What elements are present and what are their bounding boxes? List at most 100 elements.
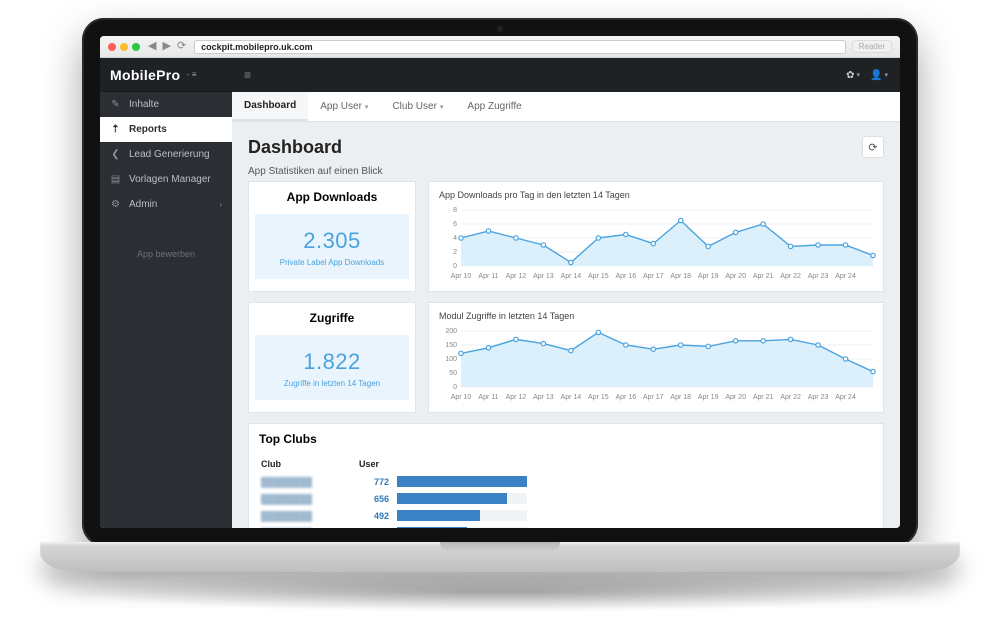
user-bar — [397, 474, 537, 489]
chart-card-downloads: App Downloads pro Tag in den letzten 14 … — [428, 181, 884, 292]
svg-text:200: 200 — [445, 328, 457, 335]
sidebar-item-admin[interactable]: ⚙ Admin › — [100, 192, 232, 217]
page-header: Dashboard ⟳ — [248, 136, 884, 158]
tab-label: Dashboard — [244, 100, 296, 111]
svg-text:Apr 14: Apr 14 — [561, 273, 582, 280]
page-title: Dashboard — [248, 137, 342, 158]
stat-card-downloads: App Downloads 2.305 Private Label App Do… — [248, 181, 416, 292]
caret-down-icon: ▾ — [857, 71, 861, 79]
settings-menu[interactable]: ✿ ▾ — [846, 70, 860, 81]
window-close-icon[interactable] — [108, 43, 116, 51]
top-clubs-card: Top Clubs Club User ████████772████████6… — [248, 423, 884, 528]
sidebar-item-label: Vorlagen Manager — [129, 174, 211, 185]
tab-app-zugriffe[interactable]: App Zugriffe — [455, 92, 533, 121]
svg-text:Apr 20: Apr 20 — [725, 273, 746, 280]
user-bar — [397, 491, 537, 506]
brand-text: MobilePro — [110, 67, 180, 83]
stat-title: Zugriffe — [249, 303, 415, 329]
laptop-base — [40, 542, 960, 572]
browser-toolbar: ◀ ▶ ⟳ cockpit.mobilepro.uk.com Reader — [100, 36, 900, 58]
sidebar-item-vorlagen-manager[interactable]: ▤ Vorlagen Manager — [100, 167, 232, 192]
tab-dashboard[interactable]: Dashboard — [232, 92, 308, 121]
svg-text:8: 8 — [453, 207, 457, 214]
address-bar[interactable]: cockpit.mobilepro.uk.com — [194, 40, 846, 54]
stat-value: 1.822 — [261, 349, 403, 375]
club-name: ████████ — [261, 525, 357, 528]
svg-text:Apr 17: Apr 17 — [643, 394, 664, 401]
user-count: 772 — [359, 474, 395, 489]
svg-text:Apr 21: Apr 21 — [753, 394, 774, 401]
back-icon[interactable]: ◀ — [148, 41, 156, 52]
svg-text:Apr 19: Apr 19 — [698, 273, 719, 280]
window-zoom-icon[interactable] — [132, 43, 140, 51]
stat-caption: Private Label App Downloads — [261, 258, 403, 267]
user-count: 656 — [359, 491, 395, 506]
sidebar-item-inhalte[interactable]: ✎ Inhalte — [100, 92, 232, 117]
reader-button[interactable]: Reader — [852, 40, 892, 53]
stat-caption: Zugriffe in letzten 14 Tagen — [261, 379, 403, 388]
tab-club-user[interactable]: Club User ▾ — [380, 92, 455, 121]
user-menu[interactable]: 👤 ▾ — [870, 70, 888, 81]
table-row: ████████492 — [261, 508, 537, 523]
svg-text:Apr 15: Apr 15 — [588, 273, 609, 280]
chart-zugriffe: 050100150200Apr 10Apr 11Apr 12Apr 13Apr … — [429, 323, 883, 412]
brand: MobilePro - ≡ — [100, 58, 232, 92]
svg-text:150: 150 — [445, 342, 457, 349]
stat-card-zugriffe: Zugriffe 1.822 Zugriffe in letzten 14 Ta… — [248, 302, 416, 413]
svg-text:0: 0 — [453, 263, 457, 270]
svg-text:0: 0 — [453, 384, 457, 391]
chart-downloads: 02468Apr 10Apr 11Apr 12Apr 13Apr 14Apr 1… — [429, 202, 883, 291]
svg-text:Apr 16: Apr 16 — [615, 273, 636, 280]
svg-text:Apr 13: Apr 13 — [533, 394, 554, 401]
megaphone-icon: ❮ — [110, 149, 121, 160]
bar-chart-icon: ⇡ — [110, 124, 121, 135]
sidebar-item-label: Reports — [129, 124, 167, 135]
screen: ◀ ▶ ⟳ cockpit.mobilepro.uk.com Reader Mo… — [100, 36, 900, 528]
chevron-right-icon: › — [219, 200, 222, 209]
sidebar-item-label: Lead Generierung — [129, 149, 210, 160]
svg-text:Apr 18: Apr 18 — [670, 273, 691, 280]
top-clubs-table: Club User ████████772████████656████████… — [259, 454, 539, 528]
svg-text:Apr 14: Apr 14 — [561, 394, 582, 401]
table-row: ████████772 — [261, 474, 537, 489]
main: ≡ ✿ ▾ 👤 ▾ Dashboard App User — [232, 58, 900, 528]
refresh-button[interactable]: ⟳ — [862, 136, 884, 158]
window-minimize-icon[interactable] — [120, 43, 128, 51]
svg-text:Apr 23: Apr 23 — [808, 273, 829, 280]
svg-text:Apr 19: Apr 19 — [698, 394, 719, 401]
window-controls[interactable] — [108, 43, 140, 51]
reload-icon[interactable]: ⟳ — [177, 41, 186, 52]
stat-value: 2.305 — [261, 228, 403, 254]
area-chart: 050100150200Apr 10Apr 11Apr 12Apr 13Apr … — [439, 327, 879, 401]
sidebar-item-label: Inhalte — [129, 99, 159, 110]
sidebar-item-lead-generierung[interactable]: ❮ Lead Generierung — [100, 142, 232, 167]
caret-down-icon: ▾ — [884, 71, 888, 79]
browser-nav-arrows: ◀ ▶ ⟳ — [148, 41, 186, 52]
table-row: ████████656 — [261, 491, 537, 506]
tab-app-user[interactable]: App User ▾ — [308, 92, 380, 121]
subnav: Dashboard App User ▾ Club User ▾ App Zug… — [232, 92, 900, 122]
svg-text:Apr 11: Apr 11 — [478, 273, 498, 280]
app-root: MobilePro - ≡ ✎ Inhalte ⇡ Reports ❮ Lead… — [100, 58, 900, 528]
svg-text:50: 50 — [449, 370, 457, 377]
stat-body: 1.822 Zugriffe in letzten 14 Tagen — [255, 335, 409, 400]
sidebar-item-reports[interactable]: ⇡ Reports — [100, 117, 232, 142]
svg-text:Apr 15: Apr 15 — [588, 394, 609, 401]
caret-down-icon: ▾ — [365, 103, 369, 111]
gear-icon: ✿ — [846, 70, 854, 81]
svg-text:2: 2 — [453, 249, 457, 256]
stat-title: App Downloads — [249, 182, 415, 208]
sidebar-toggle-icon[interactable]: ≡ — [244, 68, 251, 82]
content: Dashboard ⟳ App Statistiken auf einen Bl… — [232, 122, 900, 528]
col-user: User — [359, 456, 537, 472]
svg-text:Apr 16: Apr 16 — [615, 394, 636, 401]
address-bar-text: cockpit.mobilepro.uk.com — [201, 42, 313, 52]
sidebar-footer-link[interactable]: App bewerben — [100, 243, 232, 265]
svg-text:Apr 11: Apr 11 — [478, 394, 498, 401]
caret-down-icon: ▾ — [440, 103, 444, 111]
user-icon: 👤 — [870, 70, 882, 81]
chart-card-zugriffe: Modul Zugriffe in letzten 14 Tagen 05010… — [428, 302, 884, 413]
sidebar-item-label: Admin — [129, 199, 157, 210]
forward-icon[interactable]: ▶ — [162, 41, 170, 52]
row-zugriffe: Zugriffe 1.822 Zugriffe in letzten 14 Ta… — [248, 302, 884, 413]
